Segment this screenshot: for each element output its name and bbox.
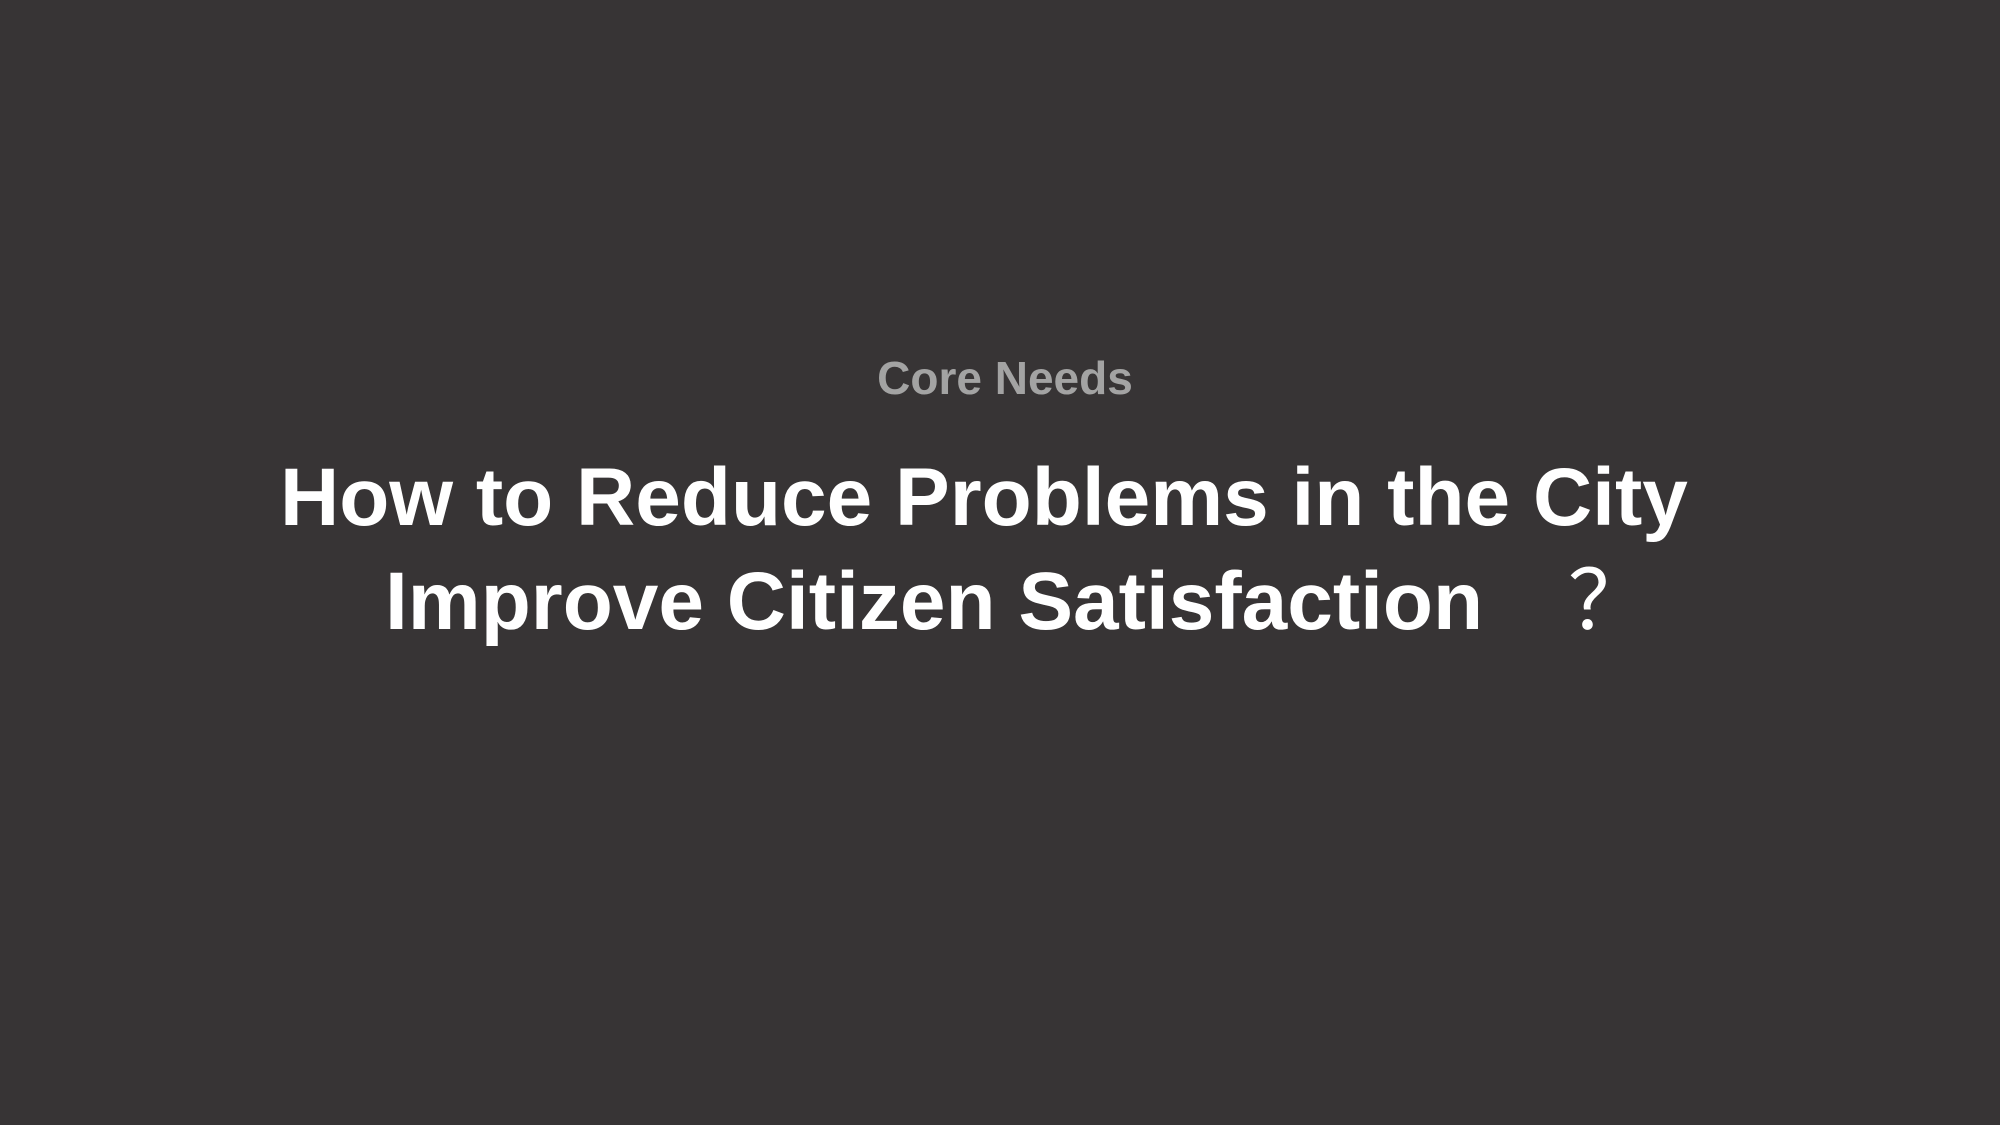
question-mark: ？ bbox=[1568, 554, 1651, 649]
headline-line-2: Improve Citizen Satisfaction bbox=[385, 556, 1484, 647]
section-label: Core Needs bbox=[877, 352, 1133, 404]
slide-canvas: Core Needs How to Reduce Problems in the… bbox=[0, 0, 2000, 1125]
headline-line-1: How to Reduce Problems in the City bbox=[280, 452, 1688, 543]
